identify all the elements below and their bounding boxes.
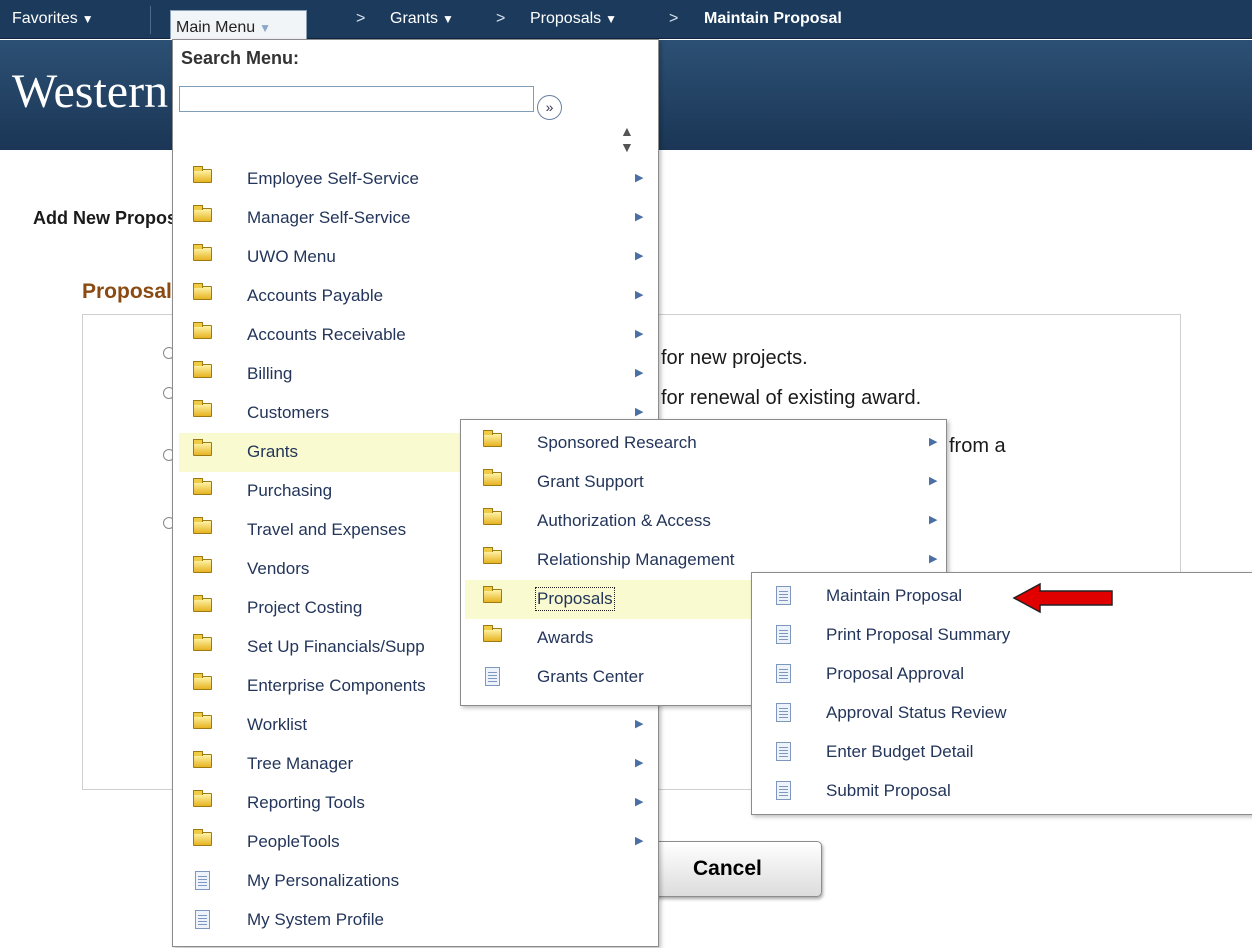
- submenu-arrow-icon: ▶: [929, 475, 938, 487]
- menu-item-proposal-approval[interactable]: Proposal Approval: [756, 655, 1248, 694]
- folder-icon: [193, 517, 212, 534]
- dropdown-triangle-icon: ▼: [81, 12, 94, 26]
- folder-icon: [193, 322, 212, 339]
- main-menu-button[interactable]: Main Menu ▼: [170, 10, 307, 39]
- search-menu-label: Search Menu:: [181, 48, 300, 68]
- folder-icon: [193, 439, 212, 456]
- submenu-arrow-icon: ▶: [929, 436, 938, 448]
- dropdown-triangle-icon: ▼: [442, 12, 454, 26]
- breadcrumb-maintain-proposal[interactable]: Maintain Proposal: [704, 10, 842, 30]
- page-icon: [195, 871, 210, 890]
- nav-divider: [150, 6, 151, 34]
- menu-item-approval-status-review[interactable]: Approval Status Review: [756, 694, 1248, 733]
- folder-icon: [193, 400, 212, 417]
- folder-icon: [193, 712, 212, 729]
- breadcrumb-separator: >: [356, 10, 366, 27]
- page-icon: [776, 586, 791, 605]
- submenu-arrow-icon: ▶: [635, 211, 644, 223]
- submenu-arrow-icon: ▶: [635, 835, 644, 847]
- folder-icon: [193, 829, 212, 846]
- menu-item-employee-self-service[interactable]: Employee Self-Service ▶: [179, 160, 654, 199]
- folder-icon: [483, 430, 502, 447]
- page-icon: [776, 742, 791, 761]
- folder-icon: [483, 547, 502, 564]
- favorites-menu[interactable]: Favorites ▼: [12, 10, 94, 30]
- option-new-projects-text: for new projects.: [661, 347, 808, 369]
- folder-icon: [193, 478, 212, 495]
- dropdown-triangle-icon: ▼: [605, 12, 618, 26]
- option-from-a-text: from a: [949, 435, 1006, 457]
- submenu-arrow-icon: ▶: [635, 250, 644, 262]
- folder-icon: [193, 283, 212, 300]
- dropdown-triangle-icon: ▼: [259, 21, 272, 35]
- menu-item-my-personalizations[interactable]: My Personalizations: [179, 862, 654, 901]
- folder-icon: [193, 673, 212, 690]
- folder-icon: [483, 469, 502, 486]
- favorites-label: Favorites: [12, 10, 78, 27]
- folder-icon: [193, 790, 212, 807]
- option-renewal-text: for renewal of existing award.: [661, 387, 922, 409]
- submenu-arrow-icon: ▶: [635, 718, 644, 730]
- scroll-updown-icon[interactable]: ▲ ▼: [620, 123, 634, 155]
- folder-icon: [193, 556, 212, 573]
- cancel-button[interactable]: Cancel: [648, 841, 822, 897]
- folder-icon: [193, 634, 212, 651]
- section-title: Proposal: [82, 280, 172, 303]
- menu-item-accounts-receivable[interactable]: Accounts Receivable ▶: [179, 316, 654, 355]
- submenu-arrow-icon: ▶: [635, 796, 644, 808]
- proposals-submenu: Maintain Proposal Print Proposal Summary…: [751, 572, 1252, 815]
- menu-item-maintain-proposal[interactable]: Maintain Proposal: [756, 577, 1248, 616]
- submenu-arrow-icon: ▶: [635, 406, 644, 418]
- submenu-arrow-icon: ▶: [635, 172, 644, 184]
- page-icon: [776, 664, 791, 683]
- page-icon: [776, 703, 791, 722]
- folder-icon: [483, 586, 502, 603]
- menu-item-peopletools[interactable]: PeopleTools ▶: [179, 823, 654, 862]
- menu-item-print-proposal-summary[interactable]: Print Proposal Summary: [756, 616, 1248, 655]
- menu-item-manager-self-service[interactable]: Manager Self-Service ▶: [179, 199, 654, 238]
- page-icon: [776, 781, 791, 800]
- submenu-arrow-icon: ▶: [929, 514, 938, 526]
- search-menu-input[interactable]: [179, 86, 534, 112]
- menu-item-billing[interactable]: Billing ▶: [179, 355, 654, 394]
- folder-icon: [483, 508, 502, 525]
- menu-item-grant-support[interactable]: Grant Support ▶: [465, 463, 942, 502]
- folder-icon: [193, 205, 212, 222]
- submenu-arrow-icon: ▶: [635, 328, 644, 340]
- submenu-arrow-icon: ▶: [635, 757, 644, 769]
- page-icon: [776, 625, 791, 644]
- menu-item-worklist[interactable]: Worklist ▶: [179, 706, 654, 745]
- menu-item-uwo-menu[interactable]: UWO Menu ▶: [179, 238, 654, 277]
- menu-item-reporting-tools[interactable]: Reporting Tools ▶: [179, 784, 654, 823]
- page-icon: [195, 910, 210, 929]
- menu-item-submit-proposal[interactable]: Submit Proposal: [756, 772, 1248, 811]
- breadcrumb-grants[interactable]: Grants ▼: [390, 10, 454, 30]
- menu-item-sponsored-research[interactable]: Sponsored Research ▶: [465, 424, 942, 463]
- red-arrow-icon: [1012, 582, 1113, 614]
- search-go-icon[interactable]: »: [537, 95, 562, 120]
- top-nav-bar: Favorites ▼ Main Menu ▼ > Grants ▼ > Propos…: [0, 0, 1252, 39]
- folder-icon: [193, 751, 212, 768]
- folder-icon: [483, 625, 502, 642]
- page-icon: [485, 667, 500, 686]
- folder-icon: [193, 166, 212, 183]
- menu-item-authorization-access[interactable]: Authorization & Access ▶: [465, 502, 942, 541]
- menu-item-tree-manager[interactable]: Tree Manager ▶: [179, 745, 654, 784]
- submenu-arrow-icon: ▶: [929, 553, 938, 565]
- folder-icon: [193, 595, 212, 612]
- submenu-arrow-icon: ▶: [635, 367, 644, 379]
- menu-item-accounts-payable[interactable]: Accounts Payable ▶: [179, 277, 654, 316]
- folder-icon: [193, 361, 212, 378]
- menu-item-my-system-profile[interactable]: My System Profile: [179, 901, 654, 940]
- submenu-arrow-icon: ▶: [635, 289, 644, 301]
- breadcrumb-separator: >: [669, 10, 679, 27]
- breadcrumb-separator: >: [496, 10, 506, 27]
- breadcrumb-proposals[interactable]: Proposals ▼: [530, 10, 617, 30]
- logo: Western: [12, 65, 169, 118]
- main-menu-label: Main Menu: [176, 19, 256, 36]
- menu-item-enter-budget-detail[interactable]: Enter Budget Detail: [756, 733, 1248, 772]
- folder-icon: [193, 244, 212, 261]
- page-title: Add New Proposal: [33, 208, 193, 228]
